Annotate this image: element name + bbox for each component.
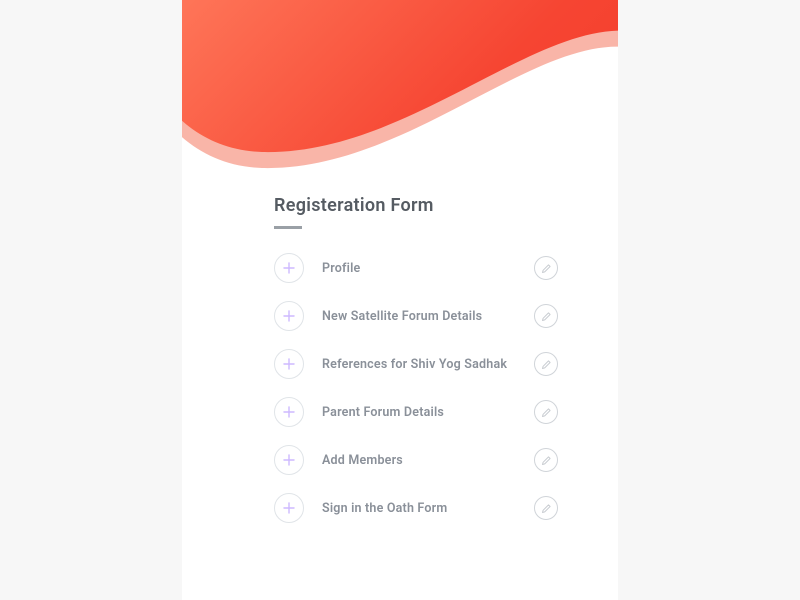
plus-icon [283, 454, 295, 466]
section-row-satellite[interactable]: New Satellite Forum Details [274, 299, 558, 333]
section-label: Profile [322, 261, 516, 276]
plus-icon [283, 358, 295, 370]
section-row-members[interactable]: Add Members [274, 443, 558, 477]
registration-page: Registeration Form Profile New Satellite… [182, 0, 618, 600]
expand-button[interactable] [274, 349, 304, 379]
expand-button[interactable] [274, 253, 304, 283]
edit-button[interactable] [534, 400, 558, 424]
pencil-icon [541, 503, 552, 514]
section-label: New Satellite Forum Details [322, 309, 516, 324]
header-wave [182, 0, 618, 190]
section-row-parent[interactable]: Parent Forum Details [274, 395, 558, 429]
expand-button[interactable] [274, 301, 304, 331]
plus-icon [283, 310, 295, 322]
pencil-icon [541, 263, 552, 274]
pencil-icon [541, 359, 552, 370]
pencil-icon [541, 311, 552, 322]
section-row-oath[interactable]: Sign in the Oath Form [274, 491, 558, 525]
expand-button[interactable] [274, 493, 304, 523]
edit-button[interactable] [534, 352, 558, 376]
plus-icon [283, 262, 295, 274]
form-content: Registeration Form Profile New Satellite… [274, 195, 558, 525]
section-list: Profile New Satellite Forum Details Re [274, 251, 558, 525]
edit-button[interactable] [534, 496, 558, 520]
plus-icon [283, 406, 295, 418]
section-label: Sign in the Oath Form [322, 501, 516, 516]
edit-button[interactable] [534, 256, 558, 280]
pencil-icon [541, 455, 552, 466]
section-row-profile[interactable]: Profile [274, 251, 558, 285]
section-label: References for Shiv Yog Sadhak [322, 357, 516, 372]
pencil-icon [541, 407, 552, 418]
page-title: Registeration Form [274, 195, 558, 216]
edit-button[interactable] [534, 448, 558, 472]
section-label: Parent Forum Details [322, 405, 516, 420]
title-underline [274, 226, 302, 229]
expand-button[interactable] [274, 397, 304, 427]
edit-button[interactable] [534, 304, 558, 328]
section-row-references[interactable]: References for Shiv Yog Sadhak [274, 347, 558, 381]
plus-icon [283, 502, 295, 514]
section-label: Add Members [322, 453, 516, 468]
expand-button[interactable] [274, 445, 304, 475]
